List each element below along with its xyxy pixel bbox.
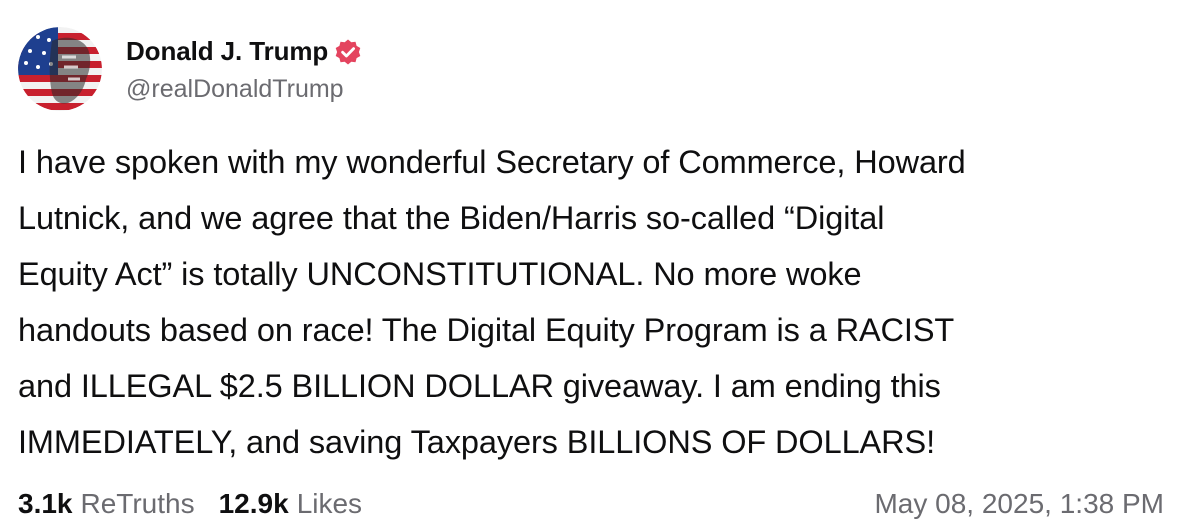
name-row: Donald J. Trump xyxy=(126,35,362,69)
likes-count: 12.9k xyxy=(218,488,289,519)
post-footer: 3.1k ReTruths 12.9k Likes May 08, 2025, … xyxy=(18,484,1164,524)
post-text: I have spoken with my wonderful Secretar… xyxy=(18,144,966,460)
verified-badge-icon xyxy=(334,38,362,66)
retruths-count: 3.1k xyxy=(18,488,73,519)
post-timestamp[interactable]: May 08, 2025, 1:38 PM xyxy=(874,488,1164,520)
likes-stat[interactable]: 12.9k Likes xyxy=(219,488,362,520)
display-name[interactable]: Donald J. Trump xyxy=(126,36,328,67)
handle[interactable]: @realDonaldTrump xyxy=(126,75,362,104)
retruths-label: ReTruths xyxy=(80,488,195,519)
truth-post: Donald J. Trump @realDonaldTrump I have … xyxy=(0,0,1182,532)
likes-label: Likes xyxy=(296,488,363,519)
retruths-stat[interactable]: 3.1k ReTruths xyxy=(18,488,195,520)
avatar[interactable] xyxy=(18,27,102,111)
avatar-flag-portrait-icon xyxy=(18,27,102,111)
post-stats: 3.1k ReTruths 12.9k Likes xyxy=(18,488,362,520)
post-header: Donald J. Trump @realDonaldTrump xyxy=(18,26,362,112)
author-names: Donald J. Trump @realDonaldTrump xyxy=(126,35,362,104)
